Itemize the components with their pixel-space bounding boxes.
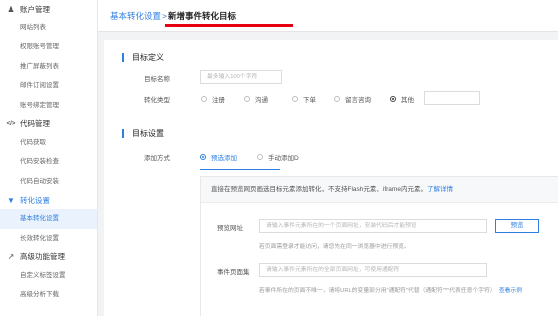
section-accent-bar [122,129,124,138]
section-title: 目标定义 [132,53,164,62]
preselect-panel: 直接在预览网页画选目标元素添加转化，不支持Flash元素、iframe内元素。了… [200,176,558,316]
sidebar-group-label: 代码管理 [20,119,50,129]
funnel-icon: ▼ [7,195,15,205]
section-goal-definition: 目标定义 [122,52,164,63]
tab-manual-add[interactable]: 手动添加D [257,152,299,162]
code-icon: </> [6,120,16,127]
info-hint: 直接在预览网页画选目标元素添加转化，不支持Flash元素、iframe内元素。了… [201,177,558,203]
event-pages-label: 事件页面集 [217,269,250,276]
sidebar-item-site-list[interactable]: 网站列表 [0,18,97,37]
learn-more-link[interactable]: 了解详情 [427,186,453,193]
radio-label: 下单 [303,97,316,104]
sidebar-group-code[interactable]: </> 代码管理 [0,115,97,133]
sidebar-item-email-subscription[interactable]: 邮件订阅设置 [0,76,97,95]
sidebar-group-label: 账户管理 [20,4,50,14]
event-note: 若事件所在的页面不唯一，请将URL的变量部分用"通配符"代替（通配符"*"代表任… [259,285,522,294]
radio-label: 留言咨询 [345,97,371,104]
radio-label: 其他 [401,97,414,104]
radio-label: 手动添加D [268,155,299,162]
active-tab-indicator [200,169,280,170]
sidebar-item-code-auto-install[interactable]: 代码自动安装 [0,172,97,191]
goal-name-label: 目标名称 [144,76,170,83]
sidebar-group-label: 转化设置 [20,195,50,205]
radio-circle [200,154,206,160]
radio-type-order[interactable]: 下单 [292,94,316,104]
sidebar-item-blocked-list[interactable]: 推广屏蔽列表 [0,57,97,76]
section-title: 目标设置 [132,129,164,138]
view-example-link[interactable]: 查看示例 [499,288,522,294]
radio-circle [201,96,207,102]
radio-circle [292,96,298,102]
radio-label: 沟通 [255,97,268,104]
radio-type-message[interactable]: 留言咨询 [334,94,371,104]
other-type-input[interactable] [424,91,480,105]
sidebar-item-custom-tags[interactable]: 自定义标签设置 [0,266,97,285]
radio-circle [257,154,263,160]
sidebar-item-permission-accounts[interactable]: 权限账号管理 [0,37,97,56]
sidebar-item-basic-conversion[interactable]: 基本转化设置 [0,209,97,229]
preview-button[interactable]: 预览 [495,219,539,233]
breadcrumb: 基本转化设置>新增事件转化目标 [110,10,236,22]
add-method-label: 添加方式 [144,155,170,162]
sidebar-item-advanced-download[interactable]: 高级分析下载 [0,285,97,304]
sidebar-item-code-get[interactable]: 代码获取 [0,133,97,152]
radio-type-communicate[interactable]: 沟通 [244,94,268,104]
hint-text: 直接在预览网页画选目标元素添加转化，不支持Flash元素、iframe内元素。 [211,186,427,193]
sidebar-group-label: 高级功能管理 [20,252,65,262]
radio-circle [244,96,250,102]
radio-circle [334,96,340,102]
sidebar-item-account-binding[interactable]: 账号绑定管理 [0,96,97,115]
sidebar-item-code-check[interactable]: 代码安装检查 [0,152,97,171]
section-goal-settings: 目标设置 [122,128,164,139]
tab-preselect-add[interactable]: 预选添加 [200,152,237,162]
section-accent-bar [122,53,124,62]
chart-icon: ↗ [7,252,15,262]
sidebar-group-advanced[interactable]: ↗ 高级功能管理 [0,248,97,266]
sidebar-item-long-conversion[interactable]: 长效转化设置 [0,229,97,248]
goal-name-input[interactable]: 最多输入100个字符 [200,70,282,84]
sidebar-group-conversion[interactable]: ▼ 转化设置 [0,191,97,209]
preview-note: 若页面需登录才能访问，请您先在同一浏览器中进行预览。 [259,244,410,250]
preview-url-input[interactable]: 请输入事件元素所在的一个页面网址，安装代码后才能预览 [259,219,487,233]
main-panel: 目标定义 目标名称 最多输入100个字符 转化类型 注册 沟通 下单 留言咨询 … [104,40,558,316]
conversion-type-label: 转化类型 [144,97,170,104]
person-icon: ♟ [7,4,15,14]
event-note-text: 若事件所在的页面不唯一，请将URL的变量部分用"通配符"代替（通配符"*"代表任… [259,288,496,294]
sidebar-group-account[interactable]: ♟ 账户管理 [0,0,97,18]
radio-label: 预选添加 [211,155,237,162]
sidebar: ♟ 账户管理 网站列表 权限账号管理 推广屏蔽列表 邮件订阅设置 账号绑定管理 … [0,0,98,316]
event-pages-input[interactable]: 请输入事件元素所在的全部页面网址，可使用通配符 [259,263,487,277]
highlight-underline [165,24,293,27]
header-bar: 基本转化设置>新增事件转化目标 [98,0,558,32]
preview-url-label: 预览网址 [217,225,243,232]
breadcrumb-current: 新增事件转化目标 [167,11,236,21]
radio-circle [390,96,396,102]
radio-type-other[interactable]: 其他 [390,94,414,104]
breadcrumb-separator: > [162,11,167,21]
radio-label: 注册 [212,97,225,104]
breadcrumb-parent-link[interactable]: 基本转化设置 [110,11,161,21]
radio-type-register[interactable]: 注册 [201,94,225,104]
